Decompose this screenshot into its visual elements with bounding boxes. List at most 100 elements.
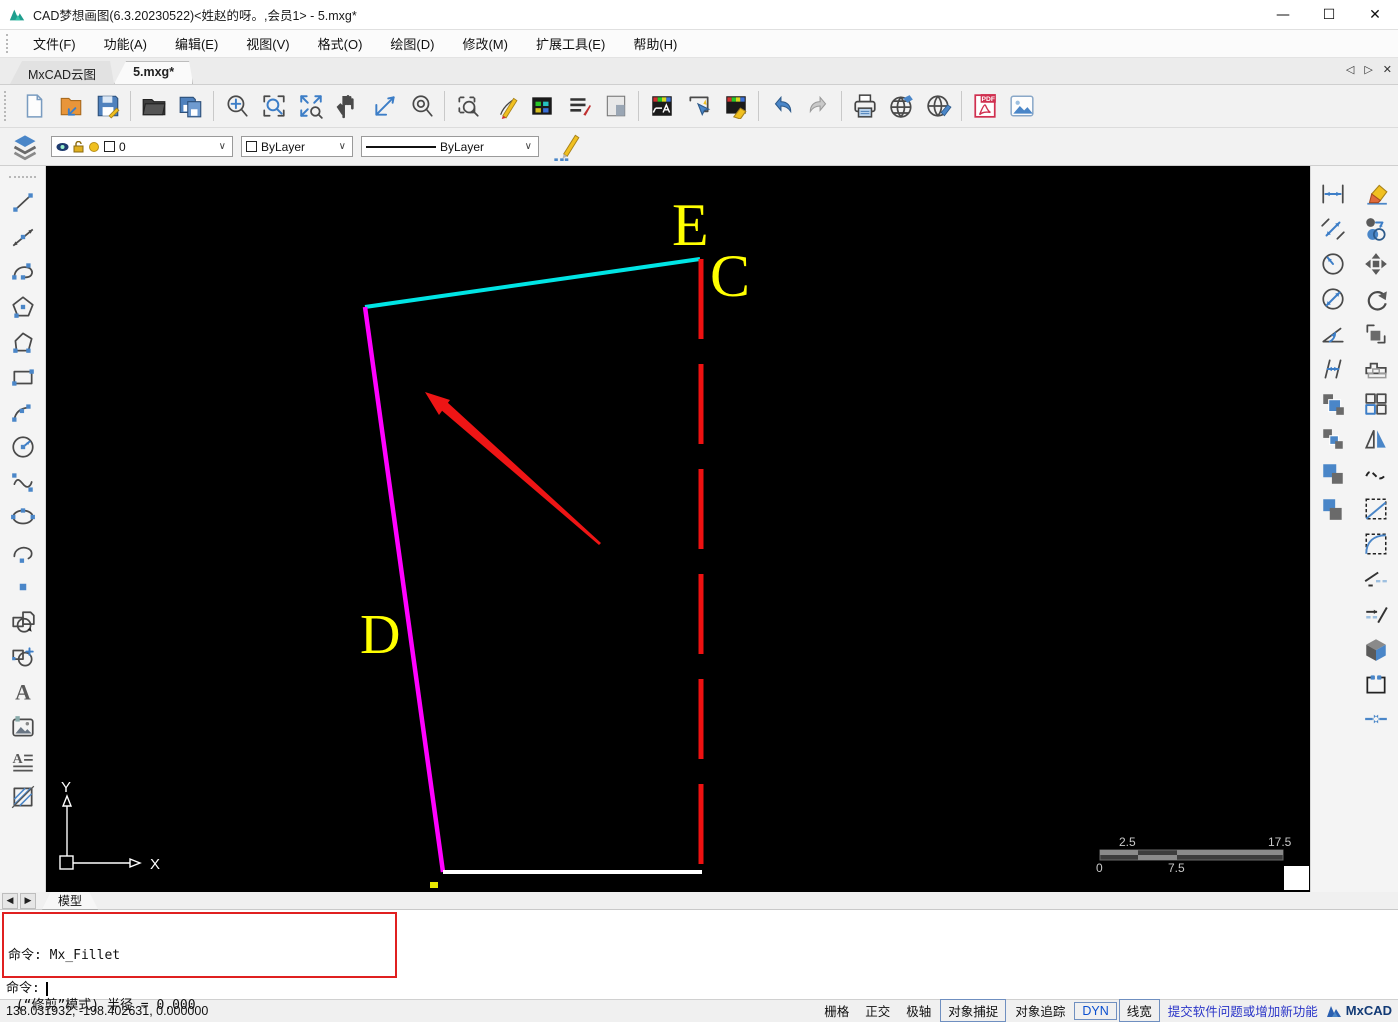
text-tool[interactable]: A [6,674,40,709]
dim-aligned-tool[interactable] [1316,211,1350,246]
model-tab[interactable]: 模型 [42,892,98,910]
ellipse-tool[interactable] [6,499,40,534]
menu-help[interactable]: 帮助(H) [621,31,689,56]
create-block-tool[interactable] [6,639,40,674]
linetype-select[interactable]: ByLayer ∨ [361,136,539,157]
arc-tool[interactable] [6,254,40,289]
menu-function[interactable]: 功能(A) [92,31,159,56]
match-properties-button[interactable] [717,88,754,125]
zoom-center-button[interactable] [403,88,440,125]
chamfer-tool[interactable] [1359,491,1393,526]
polyline-tool[interactable] [6,324,40,359]
web-edit-button[interactable] [920,88,957,125]
rotate-tool[interactable] [1359,281,1393,316]
copy-object-tool[interactable] [1359,211,1393,246]
menu-format[interactable]: 格式(O) [306,31,375,56]
pan-button[interactable] [329,88,366,125]
spline-tool[interactable] [6,464,40,499]
select-object-button[interactable] [680,88,717,125]
fillet-tool[interactable] [1359,526,1393,561]
dim-diameter-tool[interactable] [1316,281,1350,316]
trim-tool[interactable] [1359,561,1393,596]
toggle-ortho[interactable]: 正交 [858,1000,897,1021]
page-setup-button[interactable] [597,88,634,125]
join-tool[interactable] [1359,701,1393,736]
color-select[interactable]: ByLayer ∨ [241,136,353,157]
select-zoom-button[interactable] [449,88,486,125]
toggle-lineweight[interactable]: 线宽 [1118,999,1160,1022]
axes-measure-button[interactable] [366,88,403,125]
menu-view[interactable]: 视图(V) [234,31,301,56]
redo-button[interactable] [800,88,837,125]
move-tool[interactable] [1359,246,1393,281]
close-button[interactable]: ✕ [1352,0,1398,29]
hatch-tool[interactable] [6,779,40,814]
sketch-pencil-button[interactable] [486,88,523,125]
print-button[interactable] [846,88,883,125]
insert-block-tool[interactable] [6,604,40,639]
text-find-button[interactable] [643,88,680,125]
copy-tool[interactable] [1316,386,1350,421]
mirror-tool[interactable] [1359,421,1393,456]
web-publish-button[interactable] [883,88,920,125]
scale-tool[interactable] [1359,316,1393,351]
menu-draw[interactable]: 绘图(D) [378,31,446,56]
layout-scroll-right-button[interactable]: ▶ [20,892,36,909]
save-as-button[interactable] [172,88,209,125]
explode-tool[interactable] [1359,631,1393,666]
line-tool[interactable] [6,184,40,219]
point-tool[interactable] [6,569,40,604]
undo-button[interactable] [763,88,800,125]
polygon-tool[interactable] [6,289,40,324]
rectangle-tool[interactable] [6,359,40,394]
toggle-polar[interactable]: 极轴 [899,1000,938,1021]
mtext-tool[interactable]: A [6,744,40,779]
tab-close-icon[interactable]: ✕ [1383,63,1392,76]
erase-tool[interactable] [1359,176,1393,211]
circle-tool[interactable] [6,429,40,464]
canvas-corner-grip[interactable] [1284,866,1309,890]
insert-image-tool[interactable] [6,709,40,744]
dim-linear-tool[interactable] [1316,176,1350,211]
construction-line-tool[interactable] [6,219,40,254]
tab-scroll-left-icon[interactable]: ◁ [1346,63,1354,76]
toggle-osnap[interactable]: 对象捕捉 [940,999,1007,1022]
layout-scroll-left-button[interactable]: ◀ [2,892,18,909]
toggle-dyn[interactable]: DYN [1074,1001,1117,1020]
revision-arc-tool[interactable] [6,534,40,569]
new-file-button[interactable] [15,88,52,125]
toggle-grid[interactable]: 栅格 [817,1000,856,1021]
drawing-canvas[interactable]: E C D Y X 2.5 17.5 0 7.5 [46,166,1310,892]
break-tool[interactable] [1359,666,1393,701]
open-folder-button[interactable] [135,88,172,125]
text-style-button[interactable] [560,88,597,125]
menu-edit[interactable]: 编辑(E) [163,31,230,56]
spline-edit-tool[interactable] [1359,456,1393,491]
zoom-dynamic-button[interactable] [218,88,255,125]
layers-button[interactable] [6,128,43,165]
paste-tool[interactable] [1316,456,1350,491]
maximize-button[interactable]: ☐ [1306,0,1352,29]
dim-radius-tool[interactable] [1316,246,1350,281]
minimize-button[interactable]: — [1260,0,1306,29]
zoom-extents-button[interactable] [292,88,329,125]
tab-mxcad-cloud[interactable]: MxCAD云图 [10,61,114,84]
array-tool[interactable] [1359,386,1393,421]
tab-drawing-5mxg[interactable]: 5.mxg* [114,61,193,84]
dim-angular-tool[interactable] [1316,316,1350,351]
cyan-line-EC[interactable] [364,257,701,309]
paste-block-tool[interactable] [1316,491,1350,526]
dim-distance-tool[interactable] [1316,351,1350,386]
menu-modify[interactable]: 修改(M) [450,31,520,56]
arc-3point-tool[interactable] [6,394,40,429]
feedback-link[interactable]: 提交软件问题或增加新功能 [1168,1001,1318,1020]
open-file-button[interactable] [52,88,89,125]
extend-tool[interactable] [1359,596,1393,631]
zoom-window-button[interactable] [255,88,292,125]
command-window[interactable]: 命令: Mx_Fillet (“修剪”模式) 半径 = 0.000 选择第一个对… [0,910,1398,1013]
linetype-edit-button[interactable] [547,128,584,165]
save-button[interactable] [89,88,126,125]
magenta-line-D[interactable] [362,306,446,873]
tab-scroll-right-icon[interactable]: ▷ [1364,63,1372,76]
copy-multiple-tool[interactable] [1316,421,1350,456]
